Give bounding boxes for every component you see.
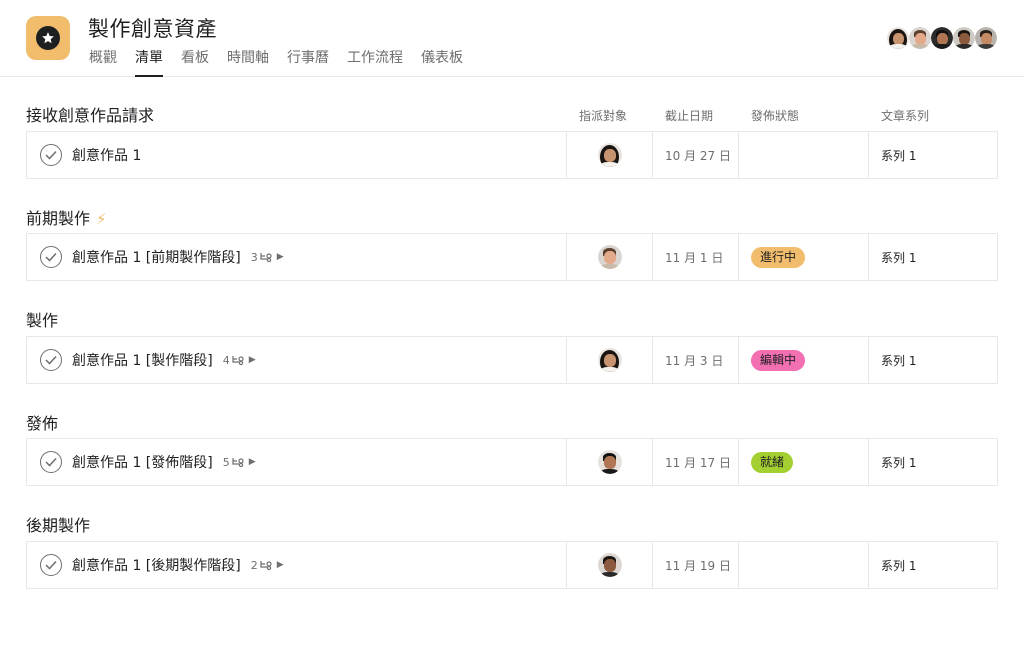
- status-cell[interactable]: [738, 542, 868, 588]
- section-title[interactable]: 接收創意作品請求: [26, 102, 154, 126]
- task-name[interactable]: 創意作品 1: [72, 145, 141, 165]
- subtask-icon: [232, 356, 244, 365]
- section-title-text: 製作: [26, 311, 59, 330]
- column-header-series[interactable]: 文章系列: [881, 107, 929, 124]
- assignee-avatar: [597, 450, 622, 474]
- tab-overview[interactable]: 概觀: [89, 48, 117, 77]
- complete-checkbox[interactable]: [40, 246, 62, 268]
- assignee-avatar: [597, 245, 622, 269]
- member-avatar[interactable]: [929, 25, 955, 51]
- task-row[interactable]: 創意作品 1 [前期製作階段] 3 ▶ 11 月 1 日 進行中 系列 1: [26, 233, 998, 281]
- project-icon[interactable]: [26, 16, 70, 60]
- column-header-status[interactable]: 發佈狀態: [751, 107, 799, 124]
- complete-checkbox[interactable]: [40, 554, 62, 576]
- subtask-count[interactable]: 4 ▶: [223, 354, 256, 367]
- tab-list[interactable]: 清單: [135, 48, 163, 77]
- section-title[interactable]: 前期製作 ⚡: [26, 205, 107, 229]
- checkmark-icon: [45, 355, 57, 365]
- subtask-count-text: 2: [250, 558, 258, 572]
- task-row[interactable]: 創意作品 1 [後期製作階段] 2 ▶ 11 月 19 日 系列 1: [26, 541, 998, 589]
- subtask-icon: [260, 561, 272, 570]
- checkmark-icon: [45, 150, 57, 160]
- project-title[interactable]: 製作創意資產: [88, 13, 217, 43]
- assignee-cell[interactable]: [566, 542, 652, 588]
- tab-workflow[interactable]: 工作流程: [347, 48, 403, 77]
- task-row[interactable]: 創意作品 1 [發佈階段] 5 ▶ 11 月 17 日 就緒 系列 1: [26, 438, 998, 486]
- subtask-count[interactable]: 2 ▶: [251, 559, 284, 572]
- checkmark-icon: [45, 457, 57, 467]
- expand-caret-icon[interactable]: ▶: [249, 457, 256, 467]
- assignee-avatar: [597, 143, 622, 167]
- task-row[interactable]: 創意作品 1 10 月 27 日 系列 1: [26, 131, 998, 179]
- subtask-count-text: 4: [222, 353, 230, 367]
- assignee-cell[interactable]: [566, 439, 652, 485]
- assignee-avatar: [597, 553, 622, 577]
- series-cell[interactable]: 系列 1: [868, 542, 998, 588]
- assignee-cell[interactable]: [566, 337, 652, 383]
- column-header-due-date[interactable]: 截止日期: [665, 107, 713, 124]
- section-title-text: 後期製作: [26, 516, 91, 535]
- section-title[interactable]: 發佈: [26, 410, 58, 434]
- tab-board[interactable]: 看板: [181, 48, 209, 77]
- expand-caret-icon[interactable]: ▶: [249, 355, 256, 365]
- status-badge[interactable]: 編輯中: [751, 349, 806, 371]
- checkmark-icon: [45, 560, 57, 570]
- assignee-cell[interactable]: [566, 132, 652, 178]
- task-name[interactable]: 創意作品 1 [發佈階段]: [72, 452, 213, 472]
- status-cell[interactable]: 編輯中: [738, 337, 868, 383]
- series-cell[interactable]: 系列 1: [868, 337, 998, 383]
- section-title[interactable]: 製作: [26, 307, 58, 331]
- due-date[interactable]: 11 月 19 日: [652, 542, 738, 588]
- subtask-count-text: 5: [222, 455, 230, 469]
- member-avatar[interactable]: [973, 25, 999, 51]
- due-date[interactable]: 11 月 17 日: [652, 439, 738, 485]
- project-header: 製作創意資產 概觀 清單 看板 時間軸 行事曆 工作流程 儀表板: [0, 0, 1024, 77]
- status-badge[interactable]: 就緒: [751, 451, 794, 473]
- subtask-count[interactable]: 3 ▶: [251, 251, 284, 264]
- status-badge[interactable]: 進行中: [751, 246, 806, 268]
- complete-checkbox[interactable]: [40, 451, 62, 473]
- section-title[interactable]: 後期製作: [26, 512, 90, 536]
- member-avatar[interactable]: [907, 25, 933, 51]
- member-avatar[interactable]: [951, 25, 977, 51]
- checkmark-icon: [45, 252, 57, 262]
- expand-caret-icon[interactable]: ▶: [277, 252, 284, 262]
- lightning-icon: ⚡: [96, 210, 107, 228]
- subtask-icon: [260, 253, 272, 262]
- project-members[interactable]: [885, 25, 999, 51]
- status-cell[interactable]: [738, 132, 868, 178]
- task-name[interactable]: 創意作品 1 [後期製作階段]: [72, 555, 241, 575]
- complete-checkbox[interactable]: [40, 144, 62, 166]
- tab-calendar[interactable]: 行事曆: [287, 48, 329, 77]
- section-title-text: 發佈: [26, 414, 59, 433]
- status-cell[interactable]: 進行中: [738, 234, 868, 280]
- subtask-count-text: 3: [250, 250, 258, 264]
- project-tabs: 概觀 清單 看板 時間軸 行事曆 工作流程 儀表板: [89, 48, 481, 77]
- tab-dashboard[interactable]: 儀表板: [421, 48, 463, 77]
- assignee-cell[interactable]: [566, 234, 652, 280]
- status-cell[interactable]: 就緒: [738, 439, 868, 485]
- complete-checkbox[interactable]: [40, 349, 62, 371]
- series-cell[interactable]: 系列 1: [868, 439, 998, 485]
- subtask-count[interactable]: 5 ▶: [223, 456, 256, 469]
- star-icon: [42, 32, 54, 44]
- due-date[interactable]: 11 月 1 日: [652, 234, 738, 280]
- due-date[interactable]: 10 月 27 日: [652, 132, 738, 178]
- section-title-text: 前期製作: [26, 209, 91, 228]
- expand-caret-icon[interactable]: ▶: [277, 560, 284, 570]
- series-cell[interactable]: 系列 1: [868, 132, 998, 178]
- tab-timeline[interactable]: 時間軸: [227, 48, 269, 77]
- task-name[interactable]: 創意作品 1 [前期製作階段]: [72, 247, 241, 267]
- column-header-assignee[interactable]: 指派對象: [579, 107, 627, 124]
- task-name[interactable]: 創意作品 1 [製作階段]: [72, 350, 213, 370]
- member-avatar[interactable]: [885, 25, 911, 51]
- series-cell[interactable]: 系列 1: [868, 234, 998, 280]
- assignee-avatar: [597, 348, 622, 372]
- subtask-icon: [232, 458, 244, 467]
- task-row[interactable]: 創意作品 1 [製作階段] 4 ▶ 11 月 3 日 編輯中 系列 1: [26, 336, 998, 384]
- due-date[interactable]: 11 月 3 日: [652, 337, 738, 383]
- section-title-text: 接收創意作品請求: [26, 106, 155, 125]
